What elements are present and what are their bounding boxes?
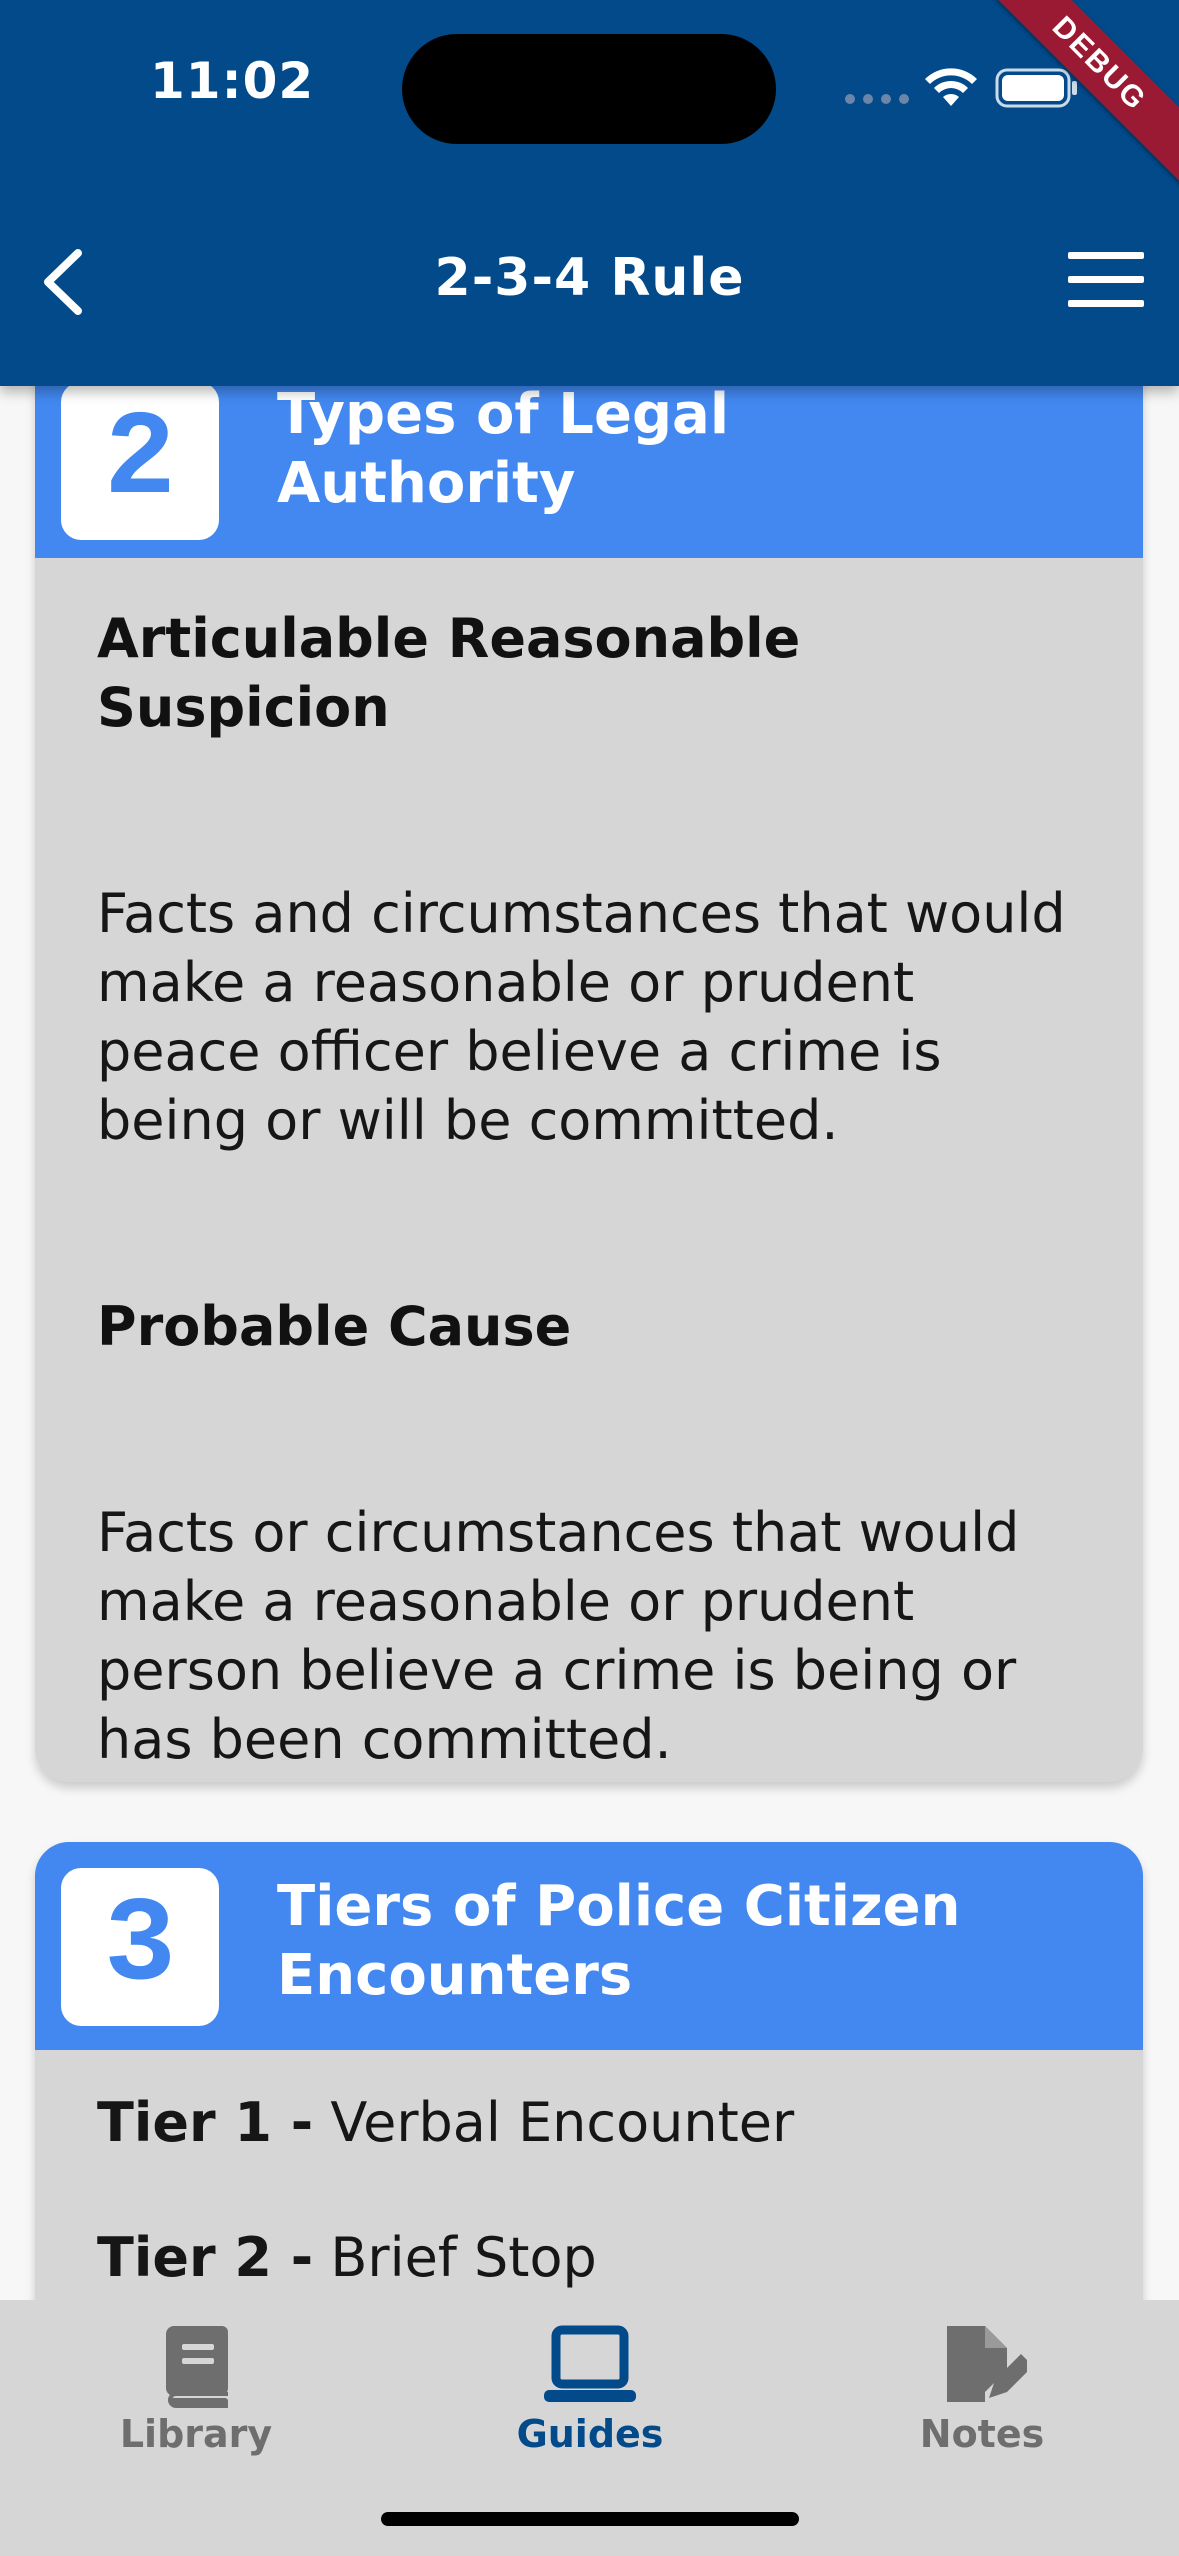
number-badge: 3 [61, 1868, 219, 2026]
nav-item-guides[interactable]: Guides [465, 2320, 715, 2456]
menu-button[interactable] [1068, 252, 1144, 312]
battery-icon [995, 68, 1077, 108]
card-title-line2: Encounters [277, 1943, 633, 2008]
cellular-signal-icon [845, 94, 909, 104]
section-text: Facts and circumstances that would make … [97, 882, 1066, 1152]
tier-label: Tier 1 - [97, 2091, 314, 2154]
hamburger-icon-bar [1068, 300, 1144, 307]
home-indicator [381, 2512, 799, 2526]
section-text: Facts or circumstances that would make a… [97, 1501, 1020, 1771]
laptop-icon [544, 2325, 636, 2402]
card-body: Tier 1 - Verbal Encounter Tier 2 - Brief… [35, 2050, 1143, 2292]
status-icons [845, 62, 1085, 112]
tier-label: Tier 2 - [97, 2226, 314, 2289]
card-legal-authority: 2 Types of Legal Authority Articulable R… [35, 330, 1143, 1782]
dynamic-island [402, 34, 776, 144]
book-icon [166, 2326, 228, 2408]
page-title: 2-3-4 Rule [434, 248, 745, 308]
card-header: 3 Tiers of Police Citizen Encounters [35, 1842, 1143, 2050]
card-title-line1: Types of Legal [277, 382, 730, 447]
tier-item: Tier 1 - Verbal Encounter [97, 2088, 1081, 2157]
nav-item-notes[interactable]: Notes [857, 2320, 1107, 2456]
card-body: Articulable Reasonable Suspicion Facts a… [35, 558, 1143, 1774]
tier-text: Brief Stop [330, 2226, 597, 2289]
note-edit-icon [947, 2326, 1027, 2402]
tier-item: Tier 2 - Brief Stop [97, 2223, 1081, 2292]
status-time: 11:02 [150, 52, 315, 110]
nav-item-library[interactable]: Library [71, 2320, 321, 2456]
card-title: Types of Legal Authority [277, 380, 1097, 518]
wifi-icon [925, 68, 977, 106]
nav-label: Guides [516, 2412, 664, 2456]
card-title-line1: Tiers of Police Citizen [277, 1874, 961, 1939]
card-title-line2: Authority [277, 451, 576, 516]
card-title: Tiers of Police Citizen Encounters [277, 1872, 1097, 2010]
section-heading: Articulable Reasonable Suspicion [97, 607, 801, 739]
section-heading: Probable Cause [97, 1295, 572, 1358]
screen: 2 Types of Legal Authority Articulable R… [0, 0, 1179, 2556]
nav-label: Notes [919, 2412, 1045, 2456]
nav-label: Library [119, 2412, 273, 2456]
hamburger-icon-bar [1068, 276, 1144, 283]
tier-text: Verbal Encounter [330, 2091, 795, 2154]
hamburger-icon-bar [1068, 252, 1144, 259]
number-badge: 2 [61, 382, 219, 540]
app-bar: 11:02 DEBUG 2-3-4 Rule [0, 0, 1179, 386]
